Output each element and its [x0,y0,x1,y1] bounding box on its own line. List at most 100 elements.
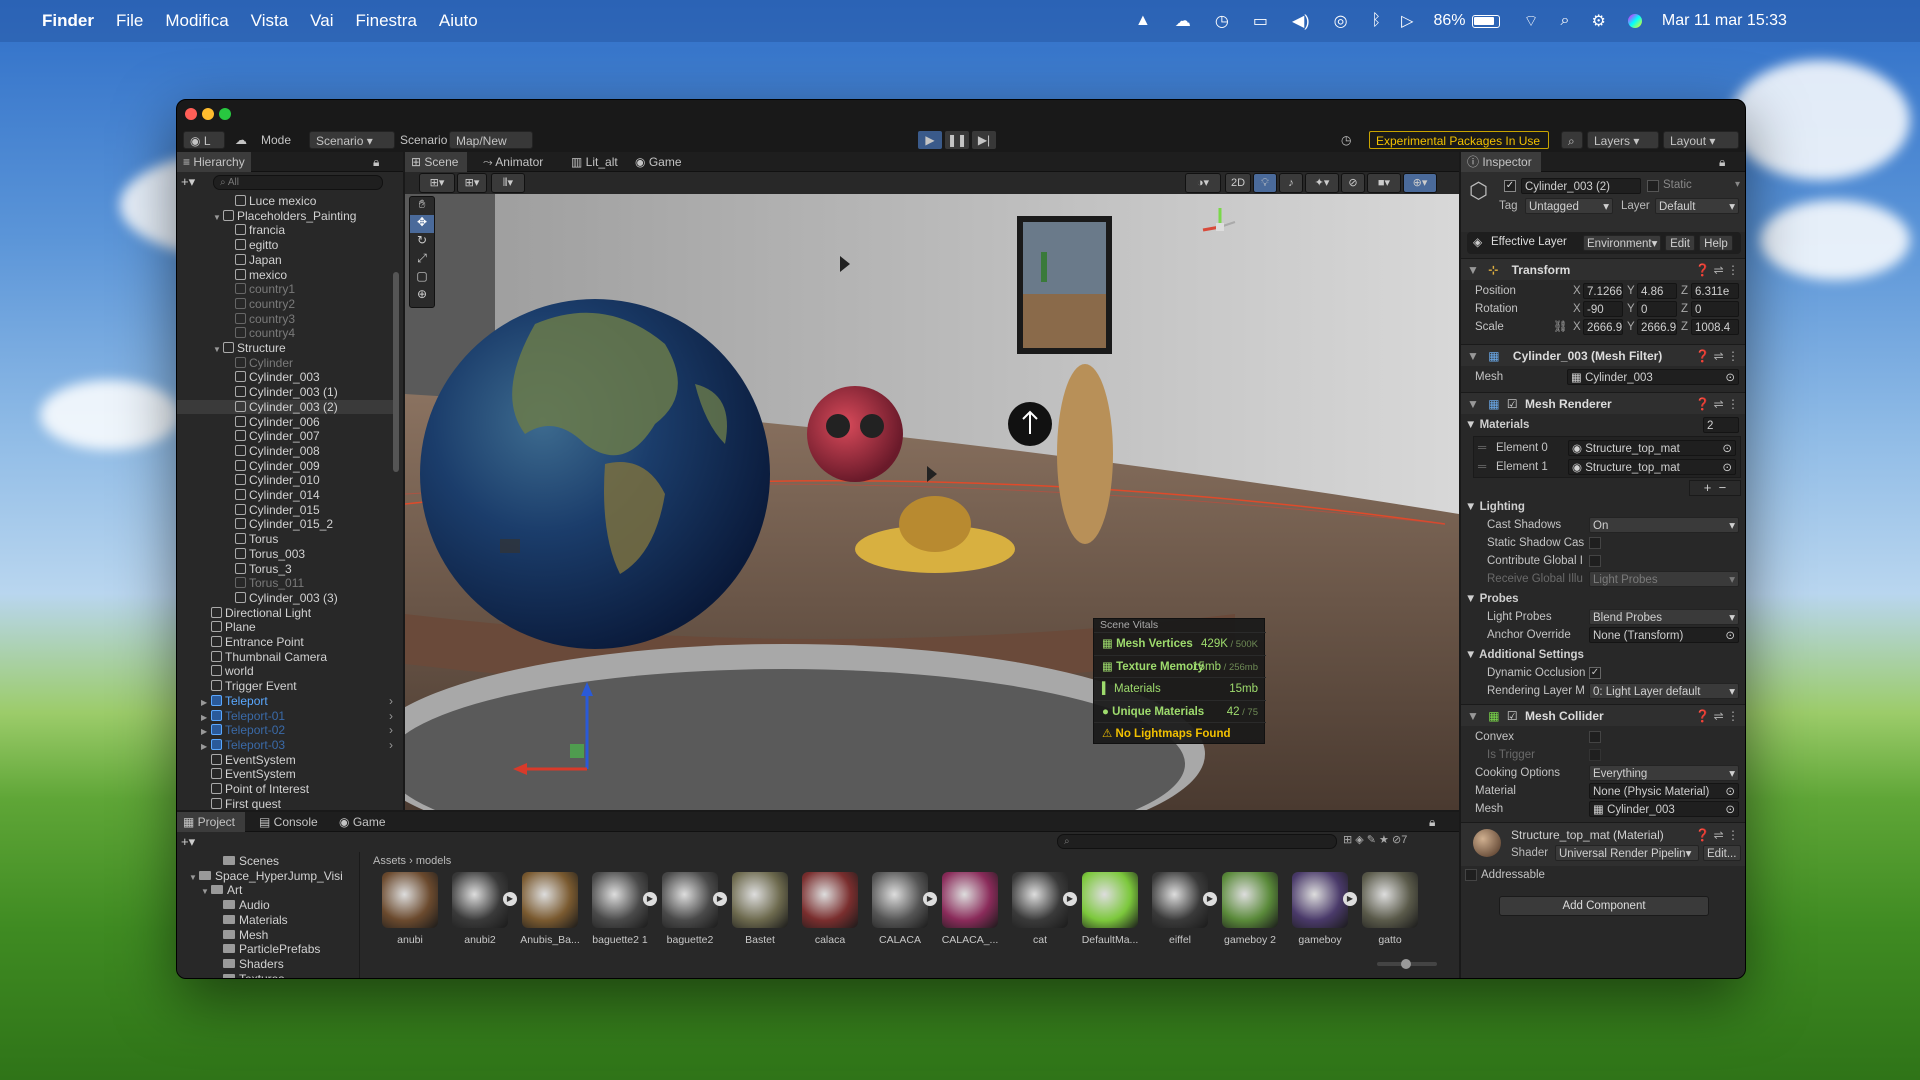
static-checkbox[interactable] [1647,180,1659,192]
cloud-icon[interactable]: ☁ [1175,11,1191,31]
account-dropdown[interactable]: ◉ L ▾ [183,131,225,166]
static-shadow-checkbox[interactable] [1589,537,1601,549]
component-menu-icons[interactable]: ❓ ⇌ ⋮ [1695,705,1739,727]
hierarchy-item[interactable]: Cylinder_003 (2) [177,399,397,415]
app-icon[interactable]: ▲ [1135,12,1151,30]
lighting-section[interactable]: ▼ Lighting [1465,498,1525,516]
rotation-x-field[interactable]: -90 [1583,301,1623,317]
asset-item[interactable]: ▶ gameboy [1287,872,1357,946]
orientation-gizmo[interactable] [1195,202,1245,252]
menu-finestra[interactable]: Finestra [355,11,416,31]
search-icon[interactable]: ⌕ [1561,131,1583,149]
expand-prefab-icon[interactable]: ▶ [1063,892,1077,906]
fold-icon[interactable]: ▶ [213,974,223,978]
menu-modifica[interactable]: Modifica [165,11,228,31]
hierarchy-scrollbar[interactable] [393,272,399,472]
rotation-z-field[interactable]: 0 [1691,301,1739,317]
receive-gi-dropdown[interactable]: Light Probes ▾ [1589,571,1739,587]
hierarchy-item[interactable]: world [177,664,397,679]
hierarchy-item[interactable]: EventSystem [177,767,397,782]
hierarchy-item[interactable]: Cylinder_015 [177,503,397,518]
asset-item[interactable]: ▶ eiffel [1147,872,1217,946]
effective-layer-help-button[interactable]: Help [1699,235,1733,251]
shader-dropdown[interactable]: Universal Render Pipelin▾ [1555,845,1699,861]
hierarchy-item[interactable]: country2 [177,297,397,312]
hierarchy-item[interactable]: Luce mexico [177,194,397,209]
hand-tool-icon[interactable]: ✋︎ [410,197,434,215]
element-0-field[interactable]: ◉ Structure_top_mat ⊙ [1568,440,1736,456]
rotate-tool-icon[interactable]: ↻ [410,233,434,251]
tag-dropdown[interactable]: Untagged ▾ [1525,198,1613,214]
asset-item[interactable]: ▶ anubi2 [447,872,517,946]
display-icon[interactable]: ▭ [1253,11,1268,31]
asset-item[interactable]: Anubis_Ba... [517,872,583,946]
hierarchy-item[interactable]: EventSystem [177,753,397,768]
expand-prefab-icon[interactable]: ▶ [1203,892,1217,906]
add-component-button[interactable]: Add Component [1499,896,1709,916]
mesh-collider-header[interactable]: ▼ ▦ ☑ Mesh Collider ❓ ⇌ ⋮ [1461,704,1745,727]
hierarchy-item[interactable]: ▶ Teleport-02 › [177,723,397,738]
spotlight-icon[interactable]: ⌕ [1561,12,1570,30]
fold-icon[interactable]: ▼ [1467,397,1479,411]
hierarchy-item[interactable]: Cylinder_015_2 [177,517,397,532]
expand-prefab-icon[interactable]: ▶ [503,892,517,906]
hierarchy-item[interactable]: Cylinder_006 [177,415,397,430]
rect-tool-icon[interactable]: ▢ [410,269,434,287]
chevron-right-icon[interactable]: › [389,694,393,709]
hierarchy-item[interactable]: Cylinder_010 [177,473,397,488]
component-menu-icons[interactable]: ❓ ⇌ ⋮ [1695,393,1739,415]
scale-tool-icon[interactable]: ⤢ [410,251,434,269]
tab-scene[interactable]: ⊞ Scene [405,152,467,172]
dynamic-occlusion-checkbox[interactable]: ✓ [1589,667,1601,679]
draw-mode-dropdown[interactable]: ◑▾ [1185,173,1221,193]
time-machine-icon[interactable]: ◷ [1215,11,1229,31]
hierarchy-item[interactable]: Cylinder_003 (3) [177,591,397,606]
close-button[interactable] [185,108,197,120]
position-x-field[interactable]: 7.1266 [1583,283,1623,299]
asset-item[interactable]: ▶ baguette2 [657,872,727,946]
asset-item[interactable]: CALACA_... [937,872,1003,946]
effects-dropdown[interactable]: ✦▾ [1305,173,1339,193]
asset-item[interactable]: DefaultMa... [1077,872,1143,946]
addressable-checkbox[interactable] [1465,869,1477,881]
hierarchy-item[interactable]: Cylinder_007 [177,429,397,444]
folder-item[interactable]: ParticlePrefabs [177,942,353,957]
folder-item[interactable]: Materials [177,913,353,928]
hierarchy-item[interactable]: Japan [177,253,397,268]
position-z-field[interactable]: 6.311e [1691,283,1739,299]
asset-item[interactable]: ▶ cat [1007,872,1077,946]
lock-icon[interactable]: 🔒︎ [367,152,385,172]
transform-tool-dropdown[interactable]: ⊞▾ [419,173,455,193]
grid-snap-dropdown[interactable]: ⊞▾ [457,173,487,193]
menu-vai[interactable]: Vai [310,11,333,31]
lock-icon[interactable]: 🔒︎ [1423,812,1441,832]
hierarchy-item[interactable]: Cylinder_009 [177,459,397,474]
position-y-field[interactable]: 4.86 [1637,283,1677,299]
mesh-filter-header[interactable]: ▼ ▦ Cylinder_003 (Mesh Filter) ❓ ⇌ ⋮ [1461,344,1745,367]
materials-count-field[interactable]: 2 [1703,417,1739,433]
hierarchy-item[interactable]: Torus_3 [177,562,397,577]
expand-prefab-icon[interactable]: ▶ [1343,892,1357,906]
bluetooth-icon[interactable]: ᛒ [1372,12,1382,30]
hierarchy-item[interactable]: Cylinder_003 (1) [177,385,397,400]
hierarchy-item[interactable]: Torus_011 [177,576,397,591]
control-center-icon[interactable]: ⚙ [1592,11,1606,31]
hierarchy-item[interactable]: Torus [177,532,397,547]
hierarchy-item[interactable]: First quest [177,797,397,810]
hierarchy-item[interactable]: country4 [177,326,397,341]
component-menu-icons[interactable]: ❓ ⇌ ⋮ [1695,345,1739,367]
folder-item[interactable]: Scenes [177,854,353,869]
rotation-y-field[interactable]: 0 [1637,301,1677,317]
zoom-button[interactable] [219,108,231,120]
light-probes-dropdown[interactable]: Blend Probes ▾ [1589,609,1739,625]
mode-dropdown[interactable]: Scenario ▾ [309,131,395,149]
play-button[interactable]: ▶ [918,131,942,149]
folder-item[interactable]: Mesh [177,928,353,943]
drag-handle-icon[interactable]: ═ [1478,439,1486,457]
folder-item[interactable]: Shaders [177,957,353,972]
hierarchy-item[interactable]: country3 [177,312,397,327]
layer-dropdown[interactable]: Default ▾ [1655,198,1739,214]
hierarchy-item[interactable]: Torus_003 [177,547,397,562]
hierarchy-item[interactable]: Cylinder_003 [177,370,397,385]
lighting-toggle-icon[interactable]: 💡︎ [1253,173,1277,193]
